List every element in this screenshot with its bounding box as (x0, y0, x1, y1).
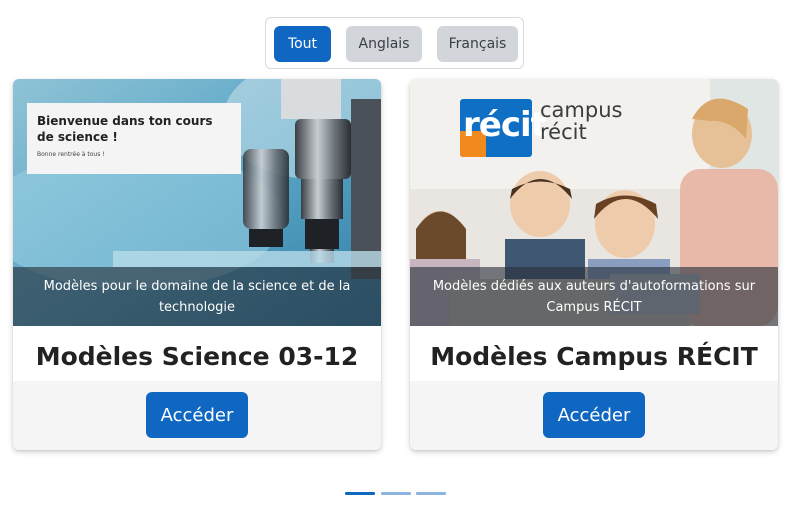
welcome-banner: Bienvenue dans ton cours de science ! Bo… (27, 103, 241, 174)
card-campus-recit-templates: récit campus récit Modèles dédiés aux au… (410, 79, 778, 450)
card-footer: Accéder (410, 381, 778, 450)
filter-english-button[interactable]: Anglais (346, 26, 422, 62)
card-image-microscope[interactable]: Bienvenue dans ton cours de science ! Bo… (13, 79, 381, 326)
welcome-subtitle: Bonne rentrée à tous ! (37, 151, 105, 158)
card-caption: Modèles dédiés aux auteurs d'autoformati… (410, 267, 778, 326)
carousel-indicator-2[interactable] (381, 492, 411, 495)
logo-campus-line1: campus (540, 98, 623, 122)
language-filter-group: Tout Anglais Français (265, 17, 524, 69)
card-science-templates: Bienvenue dans ton cours de science ! Bo… (13, 79, 381, 450)
card-footer: Accéder (13, 381, 381, 450)
logo-text: récit (463, 105, 547, 145)
carousel-indicators (345, 492, 446, 496)
card-caption: Modèles pour le domaine de la science et… (13, 267, 381, 326)
carousel-indicator-3[interactable] (416, 492, 446, 495)
logo-campus-line2: récit (540, 120, 587, 144)
filter-french-button[interactable]: Français (437, 26, 518, 62)
recit-logo: récit campus récit (460, 99, 622, 161)
filter-all-button[interactable]: Tout (274, 26, 331, 62)
carousel-indicator-1[interactable] (345, 492, 375, 495)
card-title: Modèles Campus RÉCIT (430, 341, 758, 371)
logo-campus-text: campus récit (540, 99, 622, 143)
access-button[interactable]: Accéder (543, 392, 645, 438)
card-image-classroom[interactable]: récit campus récit Modèles dédiés aux au… (410, 79, 778, 326)
card-title: Modèles Science 03-12 (35, 341, 359, 371)
access-button[interactable]: Accéder (146, 392, 248, 438)
welcome-title: Bienvenue dans ton cours de science ! (37, 114, 213, 144)
